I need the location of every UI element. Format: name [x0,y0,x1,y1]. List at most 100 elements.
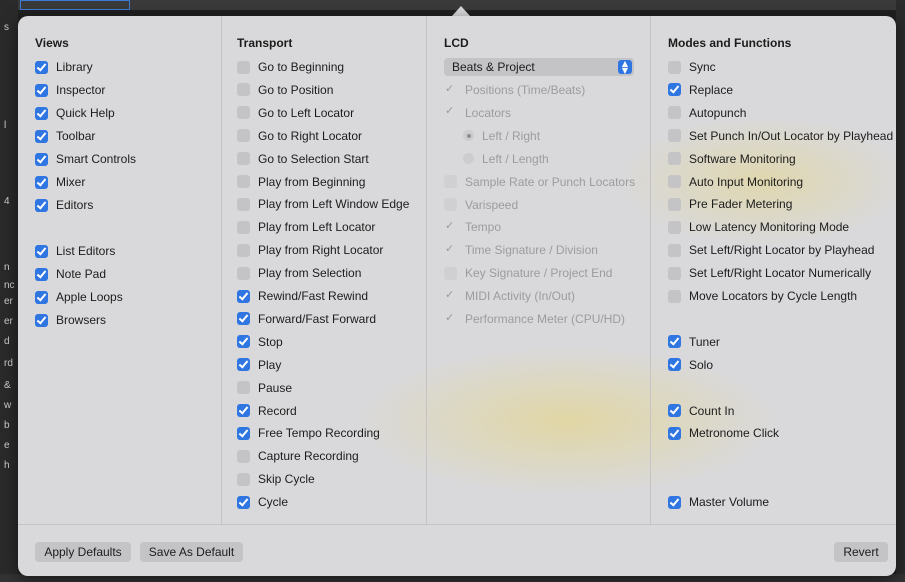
option-software-monitoring[interactable]: Software Monitoring [668,150,796,168]
checkbox[interactable] [237,243,250,257]
checkbox[interactable] [237,289,250,303]
option-browsers[interactable]: Browsers [35,311,106,329]
option-play-from-left-window-edge[interactable]: Play from Left Window Edge [237,195,409,213]
checkbox[interactable] [237,175,250,188]
checkbox[interactable] [237,83,250,97]
option-mixer[interactable]: Mixer [35,173,85,191]
checkbox[interactable] [35,313,48,327]
checkbox[interactable] [237,472,250,486]
checkbox[interactable] [35,83,48,97]
option-tuner[interactable]: Tuner [668,333,720,351]
option-metronome-click[interactable]: Metronome Click [668,424,779,442]
checkbox[interactable] [668,106,681,120]
option-smart-controls[interactable]: Smart Controls [35,150,136,168]
option-go-to-beginning[interactable]: Go to Beginning [237,58,344,76]
option-quick-help[interactable]: Quick Help [35,104,115,122]
option-pause[interactable]: Pause [237,379,292,397]
checkbox[interactable] [668,358,681,372]
option-list-editors[interactable]: List Editors [35,242,115,260]
option-set-left-right-locator-numerically[interactable]: Set Left/Right Locator Numerically [668,264,871,282]
checkbox[interactable] [237,106,250,120]
checkbox[interactable] [35,198,48,212]
checkbox[interactable] [237,266,250,280]
checkbox[interactable] [237,381,250,395]
checkbox[interactable] [668,266,681,280]
option-play-from-selection[interactable]: Play from Selection [237,264,361,282]
checkbox[interactable] [668,83,681,97]
checkbox[interactable] [237,60,250,74]
checkbox[interactable] [237,312,250,326]
option-apple-loops[interactable]: Apple Loops [35,288,123,306]
checkbox[interactable] [237,152,250,166]
option-forward-fast-forward[interactable]: Forward/Fast Forward [237,310,376,328]
checkbox[interactable] [237,335,250,349]
option-toolbar[interactable]: Toolbar [35,127,95,145]
checkbox[interactable] [668,289,681,303]
checkbox[interactable] [35,129,48,143]
option-go-to-selection-start[interactable]: Go to Selection Start [237,150,369,168]
checkbox[interactable] [35,244,48,258]
option-note-pad[interactable]: Note Pad [35,265,106,283]
checkbox[interactable] [668,404,681,417]
option-play-from-left-locator[interactable]: Play from Left Locator [237,218,375,236]
checkbox[interactable] [668,175,681,188]
option-set-punch-in-out-locator-by-playhead[interactable]: Set Punch In/Out Locator by Playhead [668,127,893,145]
checkbox[interactable] [668,60,681,74]
option-go-to-right-locator[interactable]: Go to Right Locator [237,127,362,145]
option-library[interactable]: Library [35,58,93,76]
checkbox[interactable] [35,267,48,281]
background-text: l [4,120,7,131]
option-free-tempo-recording[interactable]: Free Tempo Recording [237,424,380,442]
option-replace[interactable]: Replace [668,81,733,99]
checkbox[interactable] [237,495,250,509]
lcd-mode-select[interactable]: Beats & Project ▲ ▼ [444,58,634,76]
checkbox[interactable] [35,290,48,304]
option-low-latency-monitoring-mode[interactable]: Low Latency Monitoring Mode [668,218,849,236]
option-play[interactable]: Play [237,356,281,374]
checkbox[interactable] [668,426,681,440]
option-move-locators-by-cycle-length[interactable]: Move Locators by Cycle Length [668,287,857,305]
option-auto-input-monitoring[interactable]: Auto Input Monitoring [668,173,803,191]
option-master-volume[interactable]: Master Volume [668,493,769,511]
option-skip-cycle[interactable]: Skip Cycle [237,470,315,488]
checkbox[interactable] [237,358,250,372]
checkbox[interactable] [237,197,250,211]
checkbox[interactable] [668,220,681,234]
checkbox[interactable] [668,335,681,349]
option-rewind-fast-rewind[interactable]: Rewind/Fast Rewind [237,287,368,305]
save-as-default-button[interactable]: Save As Default [140,542,243,562]
option-stop[interactable]: Stop [237,333,283,351]
option-autopunch[interactable]: Autopunch [668,104,746,122]
checkbox[interactable] [237,449,250,463]
option-sync[interactable]: Sync [668,58,716,76]
checkbox[interactable] [237,129,250,143]
checkbox[interactable] [668,152,681,166]
checkbox[interactable] [668,197,681,211]
checkbox[interactable] [668,129,681,143]
checkbox[interactable] [237,404,250,417]
option-count-in[interactable]: Count In [668,402,734,420]
option-solo[interactable]: Solo [668,356,713,374]
checkbox[interactable] [35,175,48,189]
option-inspector[interactable]: Inspector [35,81,105,99]
checkbox[interactable] [237,426,250,440]
checkbox[interactable] [668,243,681,257]
option-label: Smart Controls [56,152,137,166]
option-editors[interactable]: Editors [35,196,93,214]
option-set-left-right-locator-by-playhead[interactable]: Set Left/Right Locator by Playhead [668,241,874,259]
checkbox[interactable] [35,106,48,120]
option-capture-recording[interactable]: Capture Recording [237,447,359,465]
checkbox[interactable] [237,220,250,234]
option-record[interactable]: Record [237,402,297,420]
option-go-to-left-locator[interactable]: Go to Left Locator [237,104,354,122]
checkbox[interactable] [668,495,681,509]
option-play-from-right-locator[interactable]: Play from Right Locator [237,241,383,259]
checkbox[interactable] [35,60,48,74]
option-pre-fader-metering[interactable]: Pre Fader Metering [668,195,792,213]
revert-button[interactable]: Revert [834,542,888,562]
option-go-to-position[interactable]: Go to Position [237,81,333,99]
apply-defaults-button[interactable]: Apply Defaults [35,542,131,562]
option-cycle[interactable]: Cycle [237,493,288,511]
checkbox[interactable] [35,152,48,166]
option-play-from-beginning[interactable]: Play from Beginning [237,173,365,191]
